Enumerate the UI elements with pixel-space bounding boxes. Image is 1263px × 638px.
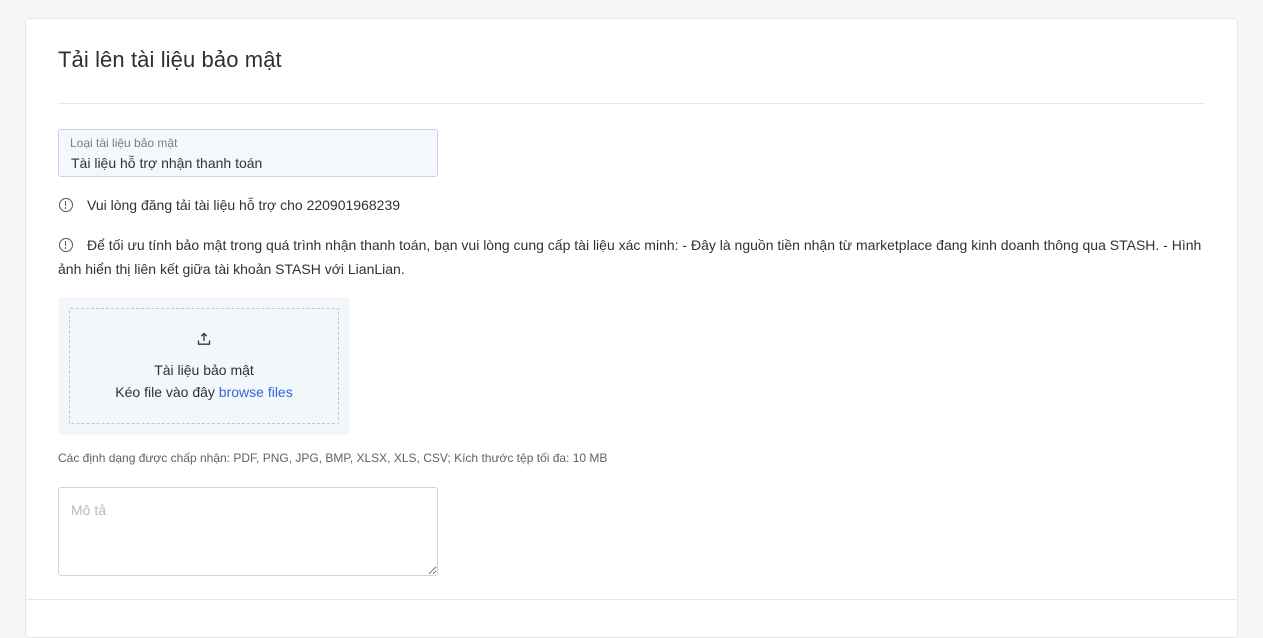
upload-hint-line: Kéo file vào đây browse files [70, 384, 338, 400]
info-circle-icon [59, 238, 73, 252]
browse-files-link[interactable]: browse files [219, 384, 293, 400]
footer-divider [26, 599, 1237, 600]
file-dropzone[interactable]: Tài liệu bảo mật Kéo file vào đây browse… [69, 308, 339, 424]
page-title: Tải lên tài liệu bảo mật [58, 47, 282, 72]
document-type-label: Loại tài liệu bảo mật [70, 136, 178, 150]
description-textarea[interactable] [58, 487, 438, 576]
drag-hint-text: Kéo file vào đây [115, 384, 215, 400]
title-divider [58, 103, 1205, 104]
document-type-value: Tài liệu hỗ trợ nhận thanh toán [71, 155, 263, 171]
document-type-select[interactable]: Loại tài liệu bảo mật Tài liệu hỗ trợ nh… [58, 129, 438, 177]
upload-area: Tài liệu bảo mật Kéo file vào đây browse… [58, 297, 350, 435]
upload-card: Tải lên tài liệu bảo mật Loại tài liệu b… [25, 18, 1238, 638]
notice-verification-text: Để tối ưu tính bảo mật trong quá trình n… [58, 237, 1202, 277]
upload-icon [197, 332, 211, 345]
notice-account-text: Vui lòng đăng tải tài liệu hỗ trợ cho 22… [87, 197, 401, 213]
notice-account: Vui lòng đăng tải tài liệu hỗ trợ cho 22… [58, 193, 1208, 217]
info-circle-icon [59, 198, 73, 212]
notice-verification: Để tối ưu tính bảo mật trong quá trình n… [58, 233, 1208, 281]
upload-title: Tài liệu bảo mật [154, 362, 254, 378]
accepted-formats-note: Các định dạng được chấp nhận: PDF, PNG, … [58, 451, 608, 465]
